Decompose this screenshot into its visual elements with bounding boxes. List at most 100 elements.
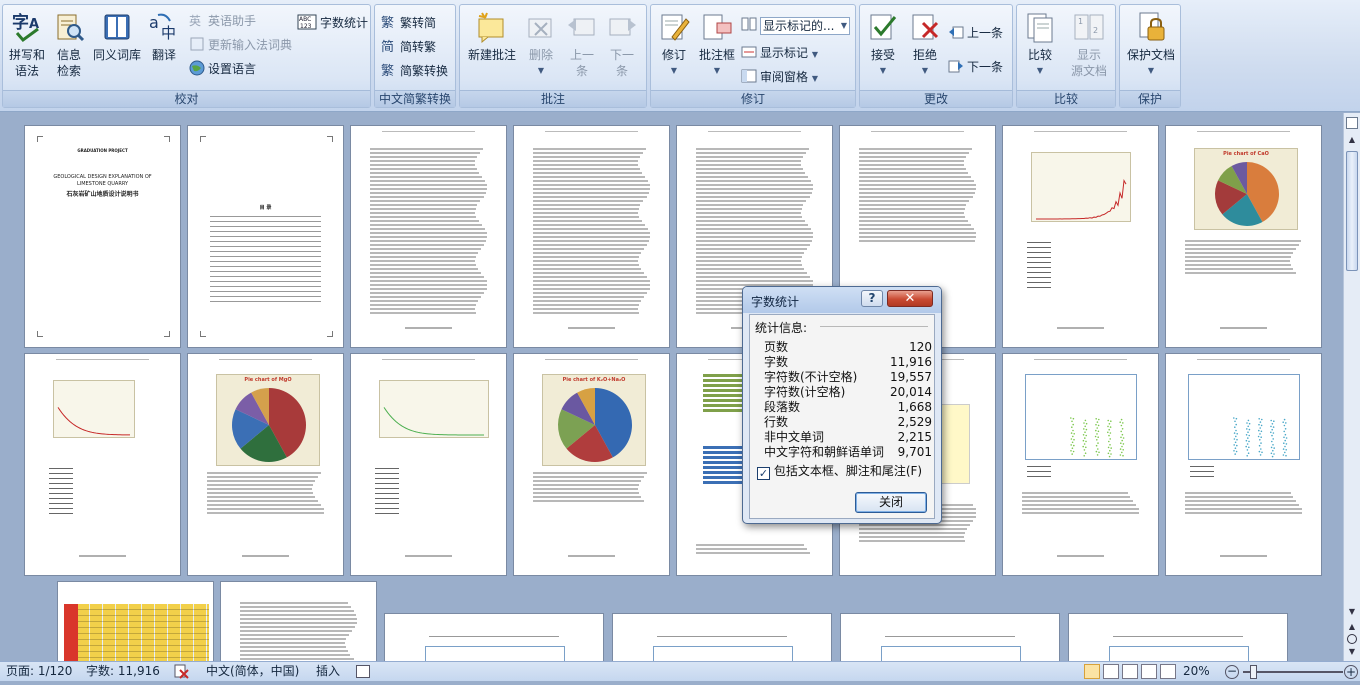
lock-icon — [1135, 11, 1167, 43]
traditional-to-simplified-button[interactable]: 繁繁转简 — [381, 13, 436, 33]
chinese-conversion-button[interactable]: 繁简繁转换 — [381, 61, 448, 81]
zoom-in-icon[interactable]: + — [1344, 665, 1358, 679]
protect-document-button[interactable]: 保护文档 ▼ — [1122, 9, 1180, 79]
full-screen-reading-icon[interactable] — [1103, 664, 1119, 679]
scatter-point — [1072, 417, 1075, 420]
next-page-icon[interactable]: ▼ — [1346, 646, 1358, 658]
help-button[interactable]: ? — [861, 290, 883, 307]
document-page-thumbnail[interactable]: Pie chart of K₂O+Na₂O — [513, 353, 670, 576]
scroll-up-arrow-icon[interactable]: ▲ — [1346, 133, 1358, 147]
document-page-thumbnail[interactable]: Pie chart of MgO — [187, 353, 344, 576]
text-line — [1184, 492, 1291, 494]
display-for-review-select[interactable]: 显示标记的... ▼ — [760, 16, 850, 35]
document-page-thumbnail[interactable] — [384, 613, 604, 661]
previous-page-icon[interactable]: ▲ — [1346, 621, 1358, 633]
dialog-title-bar[interactable]: 字数统计 ? ✕ — [743, 287, 941, 313]
track-changes-button[interactable]: 修订 ▼ — [653, 9, 695, 79]
proofing-status-icon[interactable] — [174, 664, 190, 679]
toc-line — [210, 291, 321, 292]
set-language-button[interactable]: 设置语言 — [189, 59, 256, 79]
scatter-point — [1273, 420, 1275, 422]
previous-change-button[interactable]: 上一条 — [948, 23, 1003, 43]
outline-view-icon[interactable] — [1141, 664, 1157, 679]
close-window-button[interactable]: ✕ — [887, 290, 933, 307]
browse-object-icon[interactable] — [1347, 634, 1357, 644]
web-layout-icon[interactable] — [1122, 664, 1138, 679]
word-count-button[interactable]: ABC 123 字数统计 — [297, 13, 368, 33]
status-language[interactable]: 中文(简体，中国) — [206, 662, 299, 681]
pie-chart-title: Pie chart of K₂O+Na₂O — [562, 377, 626, 383]
document-page-thumbnail[interactable] — [1068, 613, 1288, 661]
zoom-out-icon[interactable]: − — [1225, 665, 1239, 679]
macro-record-icon[interactable] — [356, 665, 370, 678]
document-page-thumbnail[interactable] — [513, 125, 670, 348]
show-source-documents-button[interactable]: 12 显示 源文档 — [1065, 9, 1113, 79]
previous-comment-button[interactable]: 上一 条 — [562, 9, 602, 79]
legend-line — [49, 473, 73, 474]
legend-line — [375, 468, 399, 469]
vertical-scrollbar[interactable]: ▲ ▼ ▲ ▼ — [1343, 113, 1360, 661]
reviewing-pane-button[interactable]: 审阅窗格 ▼ — [741, 67, 818, 87]
next-comment-button[interactable]: 下一 条 — [602, 9, 642, 79]
document-page-thumbnail[interactable] — [24, 353, 181, 576]
legend-line — [1027, 262, 1051, 263]
document-page-thumbnail[interactable] — [220, 581, 377, 661]
document-page-thumbnail[interactable] — [612, 613, 832, 661]
scatter-point — [1233, 438, 1236, 440]
research-button[interactable]: 信息 检索 — [49, 9, 89, 79]
translate-button[interactable]: a中 翻译 — [145, 9, 183, 63]
document-page-thumbnail[interactable] — [1165, 353, 1322, 576]
zoom-slider-thumb[interactable] — [1250, 665, 1257, 679]
dialog-close-button[interactable]: 关闭 — [855, 492, 927, 513]
reject-button[interactable]: 拒绝 ▼ — [904, 9, 946, 79]
document-page-thumbnail[interactable]: GRADUATION PROJECT GEOLOGICAL DESIGN EXPL… — [24, 125, 181, 348]
toc-line — [210, 226, 321, 227]
scatter-point — [1071, 420, 1073, 423]
document-page-thumbnail[interactable]: 目 录 — [187, 125, 344, 348]
thesaurus-button[interactable]: 同义词库 — [89, 9, 145, 63]
next-change-button[interactable]: 下一条 — [948, 57, 1003, 77]
zoom-level[interactable]: 20% — [1183, 662, 1210, 681]
status-insert-mode[interactable]: 插入 — [316, 662, 340, 681]
legend-line — [375, 473, 399, 474]
update-ime-button[interactable]: 更新输入法词典 — [189, 35, 292, 55]
scroll-thumb[interactable] — [1346, 151, 1358, 271]
status-word-count[interactable]: 字数: 11,916 — [86, 662, 160, 681]
document-page-thumbnail[interactable] — [840, 613, 1060, 661]
display-for-review-dropdown[interactable]: 显示标记的... ▼ — [741, 15, 850, 35]
include-textboxes-checkbox-row[interactable]: ✓ 包括文本框、脚注和尾注(F) — [757, 463, 922, 480]
text-line — [1184, 512, 1303, 514]
draft-view-icon[interactable] — [1160, 664, 1176, 679]
document-page-thumbnail[interactable] — [57, 581, 214, 661]
document-page-thumbnail[interactable]: Pie chart of CaO — [1165, 125, 1322, 348]
include-textboxes-checkbox[interactable]: ✓ — [757, 467, 770, 480]
balloons-button[interactable]: 批注框 ▼ — [695, 9, 739, 79]
document-page-thumbnail[interactable] — [350, 125, 507, 348]
print-layout-icon[interactable] — [1084, 664, 1100, 679]
text-line — [532, 204, 641, 206]
zoom-slider[interactable] — [1243, 665, 1343, 679]
document-area[interactable]: GRADUATION PROJECT GEOLOGICAL DESIGN EXPL… — [0, 113, 1343, 661]
accept-button[interactable]: 接受 ▼ — [862, 9, 904, 79]
new-comment-button[interactable]: 新建批注 — [462, 9, 522, 63]
text-line — [239, 606, 351, 608]
show-markup-button[interactable]: 显示标记 ▼ — [741, 43, 818, 63]
balloons-label: 批注框 — [698, 48, 735, 62]
scatter-point — [1084, 431, 1086, 433]
scatter-chart-thumbnail — [940, 404, 970, 484]
document-page-thumbnail[interactable] — [350, 353, 507, 576]
compare-button[interactable]: 比较 ▼ — [1019, 9, 1061, 79]
simplified-to-traditional-button[interactable]: 简简转繁 — [381, 37, 436, 57]
scroll-down-arrow-icon[interactable]: ▼ — [1346, 605, 1358, 619]
status-page[interactable]: 页面: 1/120 — [6, 662, 72, 681]
scatter-point — [1120, 436, 1122, 439]
scatter-point — [1095, 444, 1098, 447]
text-line — [858, 168, 966, 170]
ruler-toggle-icon[interactable] — [1346, 117, 1358, 129]
document-page-thumbnail[interactable] — [1002, 353, 1159, 576]
delete-comment-button[interactable]: 删除 ▼ — [522, 9, 560, 79]
document-page-thumbnail[interactable] — [1002, 125, 1159, 348]
english-assistant-button[interactable]: 英英语助手 — [189, 11, 256, 31]
previous-comment-label-2: 条 — [575, 64, 588, 78]
spelling-grammar-button[interactable]: 字A 拼写和 语法 — [5, 9, 49, 79]
